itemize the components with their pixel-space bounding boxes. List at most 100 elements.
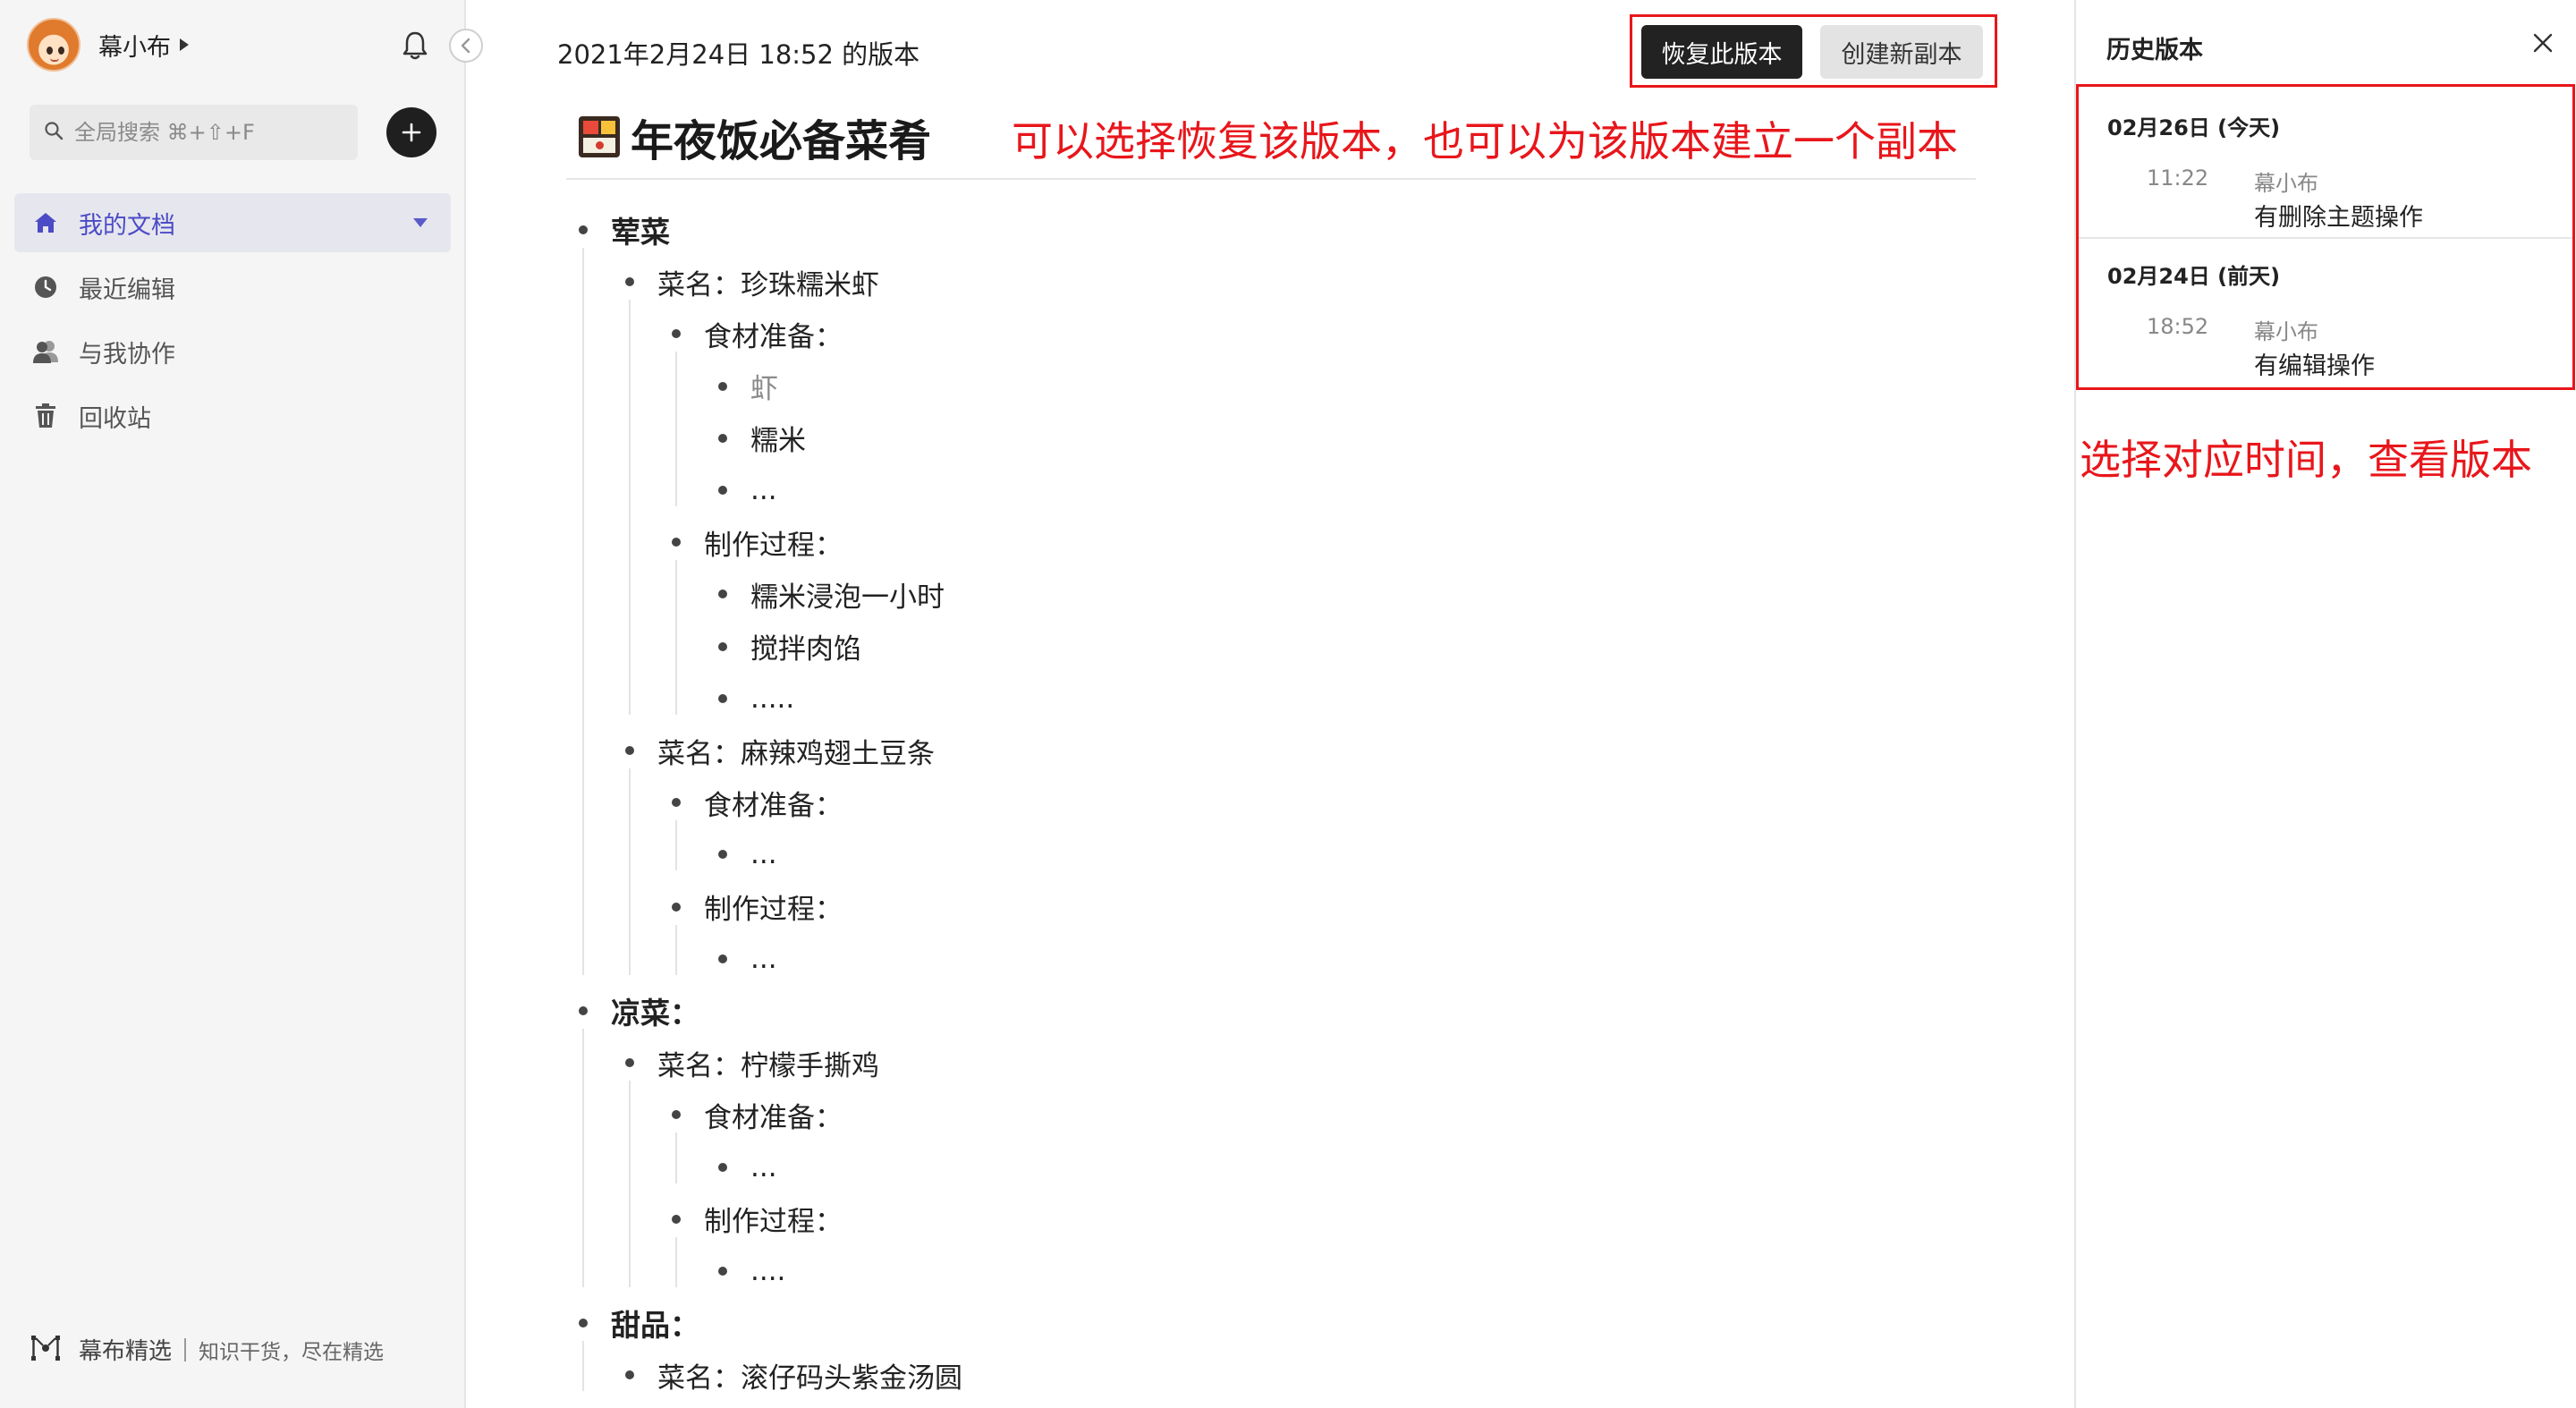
sidebar: 幕小布 全局搜索 ⌘+⇧+F 我的文档 最近编辑 与我协作 回收站 幕布精选 知… bbox=[0, 0, 466, 1408]
sidebar-item-recent[interactable]: 最近编辑 bbox=[14, 258, 451, 317]
username: 幕小布 bbox=[98, 33, 171, 62]
outline-item[interactable]: 食材准备： bbox=[672, 1092, 843, 1137]
outline-item-text: ... bbox=[750, 942, 777, 975]
outline-item-text: 糯米浸泡一小时 bbox=[750, 581, 945, 614]
sidebar-nav: 我的文档 最近编辑 与我协作 回收站 bbox=[14, 193, 451, 451]
outline-guide-line bbox=[582, 1029, 584, 1287]
bullet-dot[interactable] bbox=[625, 1058, 634, 1068]
brand-slogan: 知识干货，尽在精选 bbox=[199, 1340, 385, 1364]
avatar bbox=[27, 18, 80, 72]
bullet-dot[interactable] bbox=[718, 850, 727, 860]
outline-item[interactable]: ... bbox=[718, 832, 777, 877]
outline-item[interactable]: 甜品： bbox=[579, 1301, 699, 1345]
bullet-dot[interactable] bbox=[672, 798, 681, 808]
outline-item[interactable]: ... bbox=[718, 937, 777, 981]
bullet-dot[interactable] bbox=[625, 277, 634, 287]
outline-item-text: 制作过程： bbox=[704, 894, 843, 927]
collapse-sidebar-button[interactable] bbox=[449, 29, 483, 63]
outline-item[interactable]: ... bbox=[718, 468, 777, 513]
bullet-dot[interactable] bbox=[718, 693, 727, 703]
sidebar-item-label: 我的文档 bbox=[79, 211, 175, 240]
add-document-button[interactable] bbox=[386, 107, 436, 157]
brand-link[interactable]: 幕布精选 知识干货，尽在精选 bbox=[30, 1333, 384, 1366]
bullet-dot[interactable] bbox=[718, 954, 727, 963]
entry-time: 11:22 bbox=[2147, 165, 2209, 191]
outline-item-text: ... bbox=[750, 1150, 777, 1183]
bell-icon[interactable] bbox=[401, 30, 429, 61]
sidebar-item-my-docs[interactable]: 我的文档 bbox=[14, 193, 451, 252]
bullet-dot[interactable] bbox=[672, 902, 681, 912]
entry-time: 18:52 bbox=[2147, 314, 2209, 339]
history-date: 02月24日 (前天) bbox=[2107, 264, 2281, 289]
outline-item-text: 食材准备： bbox=[704, 789, 843, 822]
sidebar-item-collab[interactable]: 与我协作 bbox=[14, 322, 451, 381]
bullet-dot[interactable] bbox=[672, 1214, 681, 1224]
history-day-group: 02月26日 (今天) 11:22 幕小布 有删除主题操作 bbox=[2079, 87, 2572, 237]
bullet-dot[interactable] bbox=[718, 486, 727, 495]
outline-item[interactable]: 食材准备： bbox=[672, 780, 843, 825]
version-preview: 2021年2月24日 18:52 的版本 恢复此版本 创建新副本 年夜饭必备菜肴… bbox=[468, 0, 2074, 1408]
outline-item[interactable]: 菜名：珍珠糯米虾 bbox=[625, 259, 879, 304]
plus-icon bbox=[402, 123, 421, 142]
outline-guide-line bbox=[582, 1341, 584, 1392]
outline-item-text: 糯米 bbox=[750, 425, 806, 458]
outline-item[interactable]: 制作过程： bbox=[672, 1197, 843, 1242]
outline-item[interactable]: 菜名：滚仔码头紫金汤圆 bbox=[625, 1353, 962, 1397]
outline-item[interactable]: 糯米浸泡一小时 bbox=[718, 572, 945, 616]
history-entry[interactable]: 11:22 幕小布 有删除主题操作 bbox=[2079, 160, 2572, 241]
app-window: 幕小布 全局搜索 ⌘+⇧+F 我的文档 最近编辑 与我协作 回收站 幕布精选 知… bbox=[0, 0, 2576, 1408]
bullet-dot[interactable] bbox=[579, 225, 588, 234]
outline-item[interactable]: 菜名：柠檬手撕鸡 bbox=[625, 1040, 879, 1085]
outline-item[interactable]: 糯米 bbox=[718, 416, 806, 461]
outline-item[interactable]: .... bbox=[718, 1249, 785, 1293]
brand-name: 幕布精选 bbox=[79, 1338, 173, 1365]
outline-item[interactable]: 虾 bbox=[718, 364, 778, 409]
outline-guide-line bbox=[675, 560, 677, 715]
user-menu[interactable]: 幕小布 bbox=[27, 18, 447, 72]
outline-item[interactable]: ..... bbox=[718, 676, 794, 721]
bullet-dot[interactable] bbox=[672, 1110, 681, 1120]
bullet-dot[interactable] bbox=[579, 1319, 588, 1328]
outline-item-text: 虾 bbox=[750, 373, 778, 406]
outline-item[interactable]: 凉菜： bbox=[579, 988, 699, 1033]
outline-guide-line bbox=[675, 352, 677, 506]
outline-item[interactable]: 荤菜 bbox=[579, 208, 670, 252]
history-day-group: 02月24日 (前天) 18:52 幕小布 有编辑操作 bbox=[2079, 239, 2572, 387]
sidebar-item-trash[interactable]: 回收站 bbox=[14, 386, 451, 445]
outline-item[interactable]: 搅拌肉馅 bbox=[718, 624, 861, 669]
history-entry[interactable]: 18:52 幕小布 有编辑操作 bbox=[2079, 309, 2572, 389]
search-input[interactable] bbox=[74, 120, 352, 145]
outline-item-text: ... bbox=[750, 474, 777, 506]
bullet-dot[interactable] bbox=[718, 433, 727, 443]
bullet-dot[interactable] bbox=[672, 329, 681, 339]
caret-down-icon[interactable] bbox=[413, 218, 428, 227]
bullet-dot[interactable] bbox=[625, 1370, 634, 1380]
home-icon bbox=[32, 209, 59, 236]
brand-logo-icon bbox=[30, 1334, 61, 1366]
outline-item[interactable]: 菜名：麻辣鸡翅土豆条 bbox=[625, 728, 935, 773]
bullet-dot[interactable] bbox=[718, 381, 727, 391]
outline-item-text: 食材准备： bbox=[704, 1101, 843, 1134]
outline-item[interactable]: ... bbox=[718, 1145, 777, 1190]
outline-item-text: 制作过程： bbox=[704, 1206, 843, 1239]
bullet-dot[interactable] bbox=[579, 1006, 588, 1015]
outline-item-text: ... bbox=[750, 838, 777, 871]
history-date: 02月26日 (今天) bbox=[2107, 115, 2281, 140]
chevron-left-icon bbox=[461, 38, 470, 54]
outline-item[interactable]: 制作过程： bbox=[672, 520, 843, 564]
outline-item-text: ..... bbox=[750, 682, 795, 715]
outline-item[interactable]: 制作过程： bbox=[672, 885, 843, 929]
outline-guide-line bbox=[629, 300, 631, 715]
outline-item[interactable]: 食材准备： bbox=[672, 311, 843, 356]
bullet-dot[interactable] bbox=[718, 1267, 727, 1276]
global-search[interactable] bbox=[30, 105, 358, 160]
bullet-dot[interactable] bbox=[625, 746, 634, 755]
bullet-dot[interactable] bbox=[718, 641, 727, 651]
bullet-dot[interactable] bbox=[672, 538, 681, 547]
users-icon bbox=[32, 338, 59, 365]
outline-guide-line bbox=[675, 924, 677, 975]
bullet-dot[interactable] bbox=[718, 589, 727, 599]
entry-action: 有删除主题操作 bbox=[2254, 204, 2423, 232]
bullet-dot[interactable] bbox=[718, 1162, 727, 1172]
close-icon[interactable] bbox=[2530, 30, 2555, 55]
